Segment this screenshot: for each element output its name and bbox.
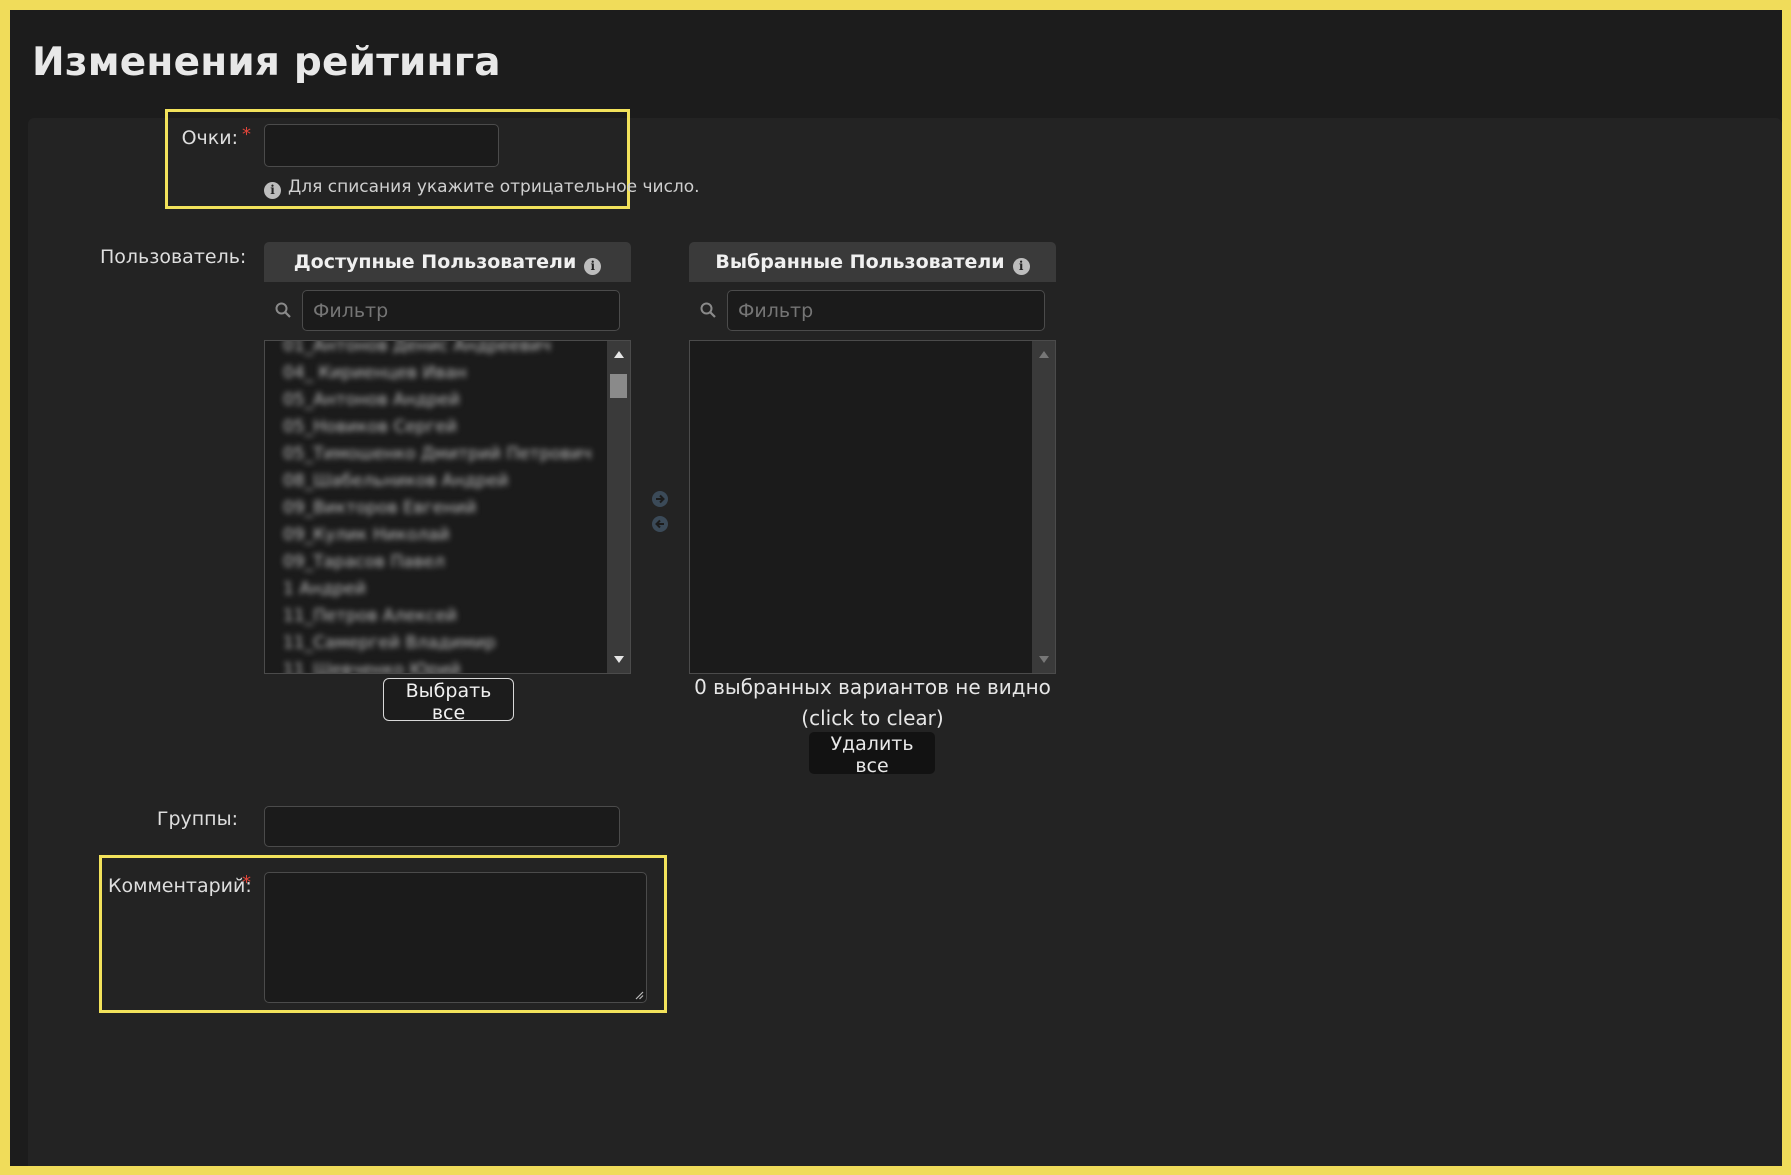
- remove-selected-arrow-icon[interactable]: [651, 515, 669, 533]
- scroll-down-arrow-icon[interactable]: [614, 656, 624, 663]
- hidden-selected-hint[interactable]: 0 выбранных вариантов не видно (click to…: [689, 672, 1056, 734]
- points-help-text: i Для списания укажите отрицательное числ…: [264, 177, 700, 199]
- points-help-label: Для списания укажите отрицательное число…: [288, 177, 700, 197]
- comment-label: Комментарий:: [108, 875, 252, 897]
- page-title: Изменения рейтинга: [32, 40, 501, 85]
- scroll-down-arrow-icon[interactable]: [1039, 656, 1049, 663]
- available-users-header: Доступные Пользователи i: [264, 242, 631, 282]
- scroll-up-arrow-icon[interactable]: [1039, 351, 1049, 358]
- info-icon: i: [264, 182, 281, 199]
- list-item[interactable]: 08_Шабельников Андрей: [283, 468, 592, 495]
- points-input[interactable]: [264, 124, 499, 167]
- app-window: Изменения рейтинга Очки: * i Для списания…: [10, 10, 1782, 1166]
- list-item[interactable]: 09_Викторов Евгений: [283, 495, 592, 522]
- groups-label: Группы:: [156, 808, 238, 830]
- list-item[interactable]: 05_Новиков Сергей: [283, 414, 592, 441]
- scroll-thumb[interactable]: [610, 374, 627, 398]
- comment-textarea[interactable]: [264, 872, 647, 1003]
- available-filter-search-icon: [275, 302, 291, 318]
- list-item[interactable]: 05_Тимошенко Дмитрий Петрович: [283, 441, 592, 468]
- available-users-filter-input[interactable]: [302, 290, 620, 331]
- remove-all-button[interactable]: Удалить все: [809, 732, 935, 777]
- chosen-users-filter-input[interactable]: [727, 290, 1045, 331]
- available-users-info-icon[interactable]: i: [584, 258, 602, 275]
- points-required-mark: *: [242, 124, 251, 145]
- chosen-users-info-icon[interactable]: i: [1012, 258, 1030, 275]
- list-item[interactable]: 09_Кулик Николай: [283, 522, 592, 549]
- available-users-items: 01_Антонов Денис Андреевич 04_ Кириенцев …: [283, 341, 592, 673]
- choose-all-button[interactable]: Выбрать все: [383, 678, 514, 724]
- chosen-users-scrollbar[interactable]: [1032, 341, 1055, 673]
- scroll-up-arrow-icon[interactable]: [614, 351, 624, 358]
- resize-grip-icon[interactable]: [634, 990, 644, 1000]
- available-users-title: Доступные Пользователи: [293, 251, 577, 273]
- list-item[interactable]: 11_Шевченко Юрий: [283, 657, 592, 673]
- chosen-users-list[interactable]: [689, 340, 1056, 674]
- list-item[interactable]: 1 Андрей: [283, 576, 592, 603]
- comment-required-mark: *: [242, 872, 251, 893]
- chosen-filter-search-icon: [700, 302, 716, 318]
- list-item[interactable]: 09_Тарасов Павел: [283, 549, 592, 576]
- list-item[interactable]: 11_Самергей Владимир: [283, 630, 592, 657]
- chosen-users-title: Выбранные Пользователи: [715, 251, 1005, 273]
- available-users-scrollbar[interactable]: [607, 341, 630, 673]
- user-label: Пользователь:: [100, 246, 247, 268]
- list-item[interactable]: 04_ Кириенцев Иван: [283, 360, 592, 387]
- groups-input[interactable]: [264, 806, 620, 847]
- list-item[interactable]: 05_Антонов Андрей: [283, 387, 592, 414]
- available-users-list[interactable]: 01_Антонов Денис Андреевич 04_ Кириенцев …: [264, 340, 631, 674]
- list-item[interactable]: 11_Петров Алексей: [283, 603, 592, 630]
- add-selected-arrow-icon[interactable]: [651, 490, 669, 508]
- points-label: Очки:: [181, 127, 238, 149]
- chosen-users-header: Выбранные Пользователи i: [689, 242, 1056, 282]
- list-item[interactable]: 01_Антонов Денис Андреевич: [283, 341, 592, 360]
